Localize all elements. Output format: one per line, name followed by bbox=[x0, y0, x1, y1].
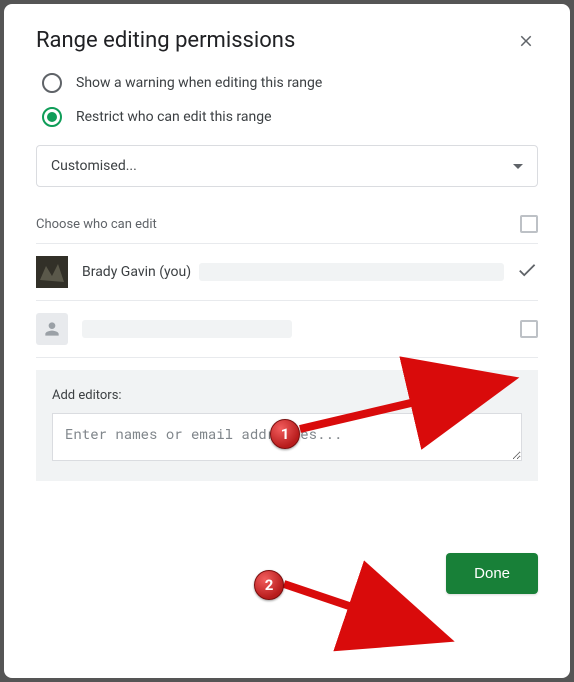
done-button[interactable]: Done bbox=[446, 553, 538, 594]
avatar-placeholder-icon bbox=[36, 313, 68, 345]
select-all-checkbox[interactable] bbox=[520, 215, 538, 233]
owner-check-icon bbox=[516, 259, 538, 285]
option-warning-label: Show a warning when editing this range bbox=[76, 75, 322, 91]
chevron-down-icon bbox=[513, 164, 523, 169]
choose-who-label: Choose who can edit bbox=[36, 217, 157, 232]
add-editors-input[interactable] bbox=[52, 413, 522, 461]
title-row: Range editing permissions bbox=[36, 28, 538, 53]
add-editors-section: Add editors: bbox=[36, 370, 538, 481]
add-editors-label: Add editors: bbox=[52, 388, 522, 403]
option-restrict[interactable]: Restrict who can edit this range bbox=[36, 107, 538, 127]
user-row bbox=[36, 301, 538, 357]
radio-selected-icon bbox=[42, 107, 62, 127]
redacted-user bbox=[82, 320, 292, 338]
option-warning[interactable]: Show a warning when editing this range bbox=[36, 73, 538, 93]
divider bbox=[36, 357, 538, 358]
option-restrict-label: Restrict who can edit this range bbox=[76, 109, 272, 125]
user-name: Brady Gavin (you) bbox=[82, 264, 191, 280]
redacted-email bbox=[199, 263, 504, 281]
close-icon bbox=[517, 32, 535, 50]
user-checkbox[interactable] bbox=[520, 320, 538, 338]
dropdown-selected-label: Customised... bbox=[51, 158, 137, 174]
restriction-dropdown[interactable]: Customised... bbox=[36, 145, 538, 187]
radio-unselected-icon bbox=[42, 73, 62, 93]
permissions-dialog: Range editing permissions Show a warning… bbox=[4, 4, 570, 678]
close-button[interactable] bbox=[514, 29, 538, 53]
dialog-title: Range editing permissions bbox=[36, 28, 295, 53]
choose-who-header: Choose who can edit bbox=[36, 211, 538, 243]
user-row-owner: Brady Gavin (you) bbox=[36, 244, 538, 300]
avatar bbox=[36, 256, 68, 288]
dialog-footer: Done bbox=[36, 481, 538, 594]
